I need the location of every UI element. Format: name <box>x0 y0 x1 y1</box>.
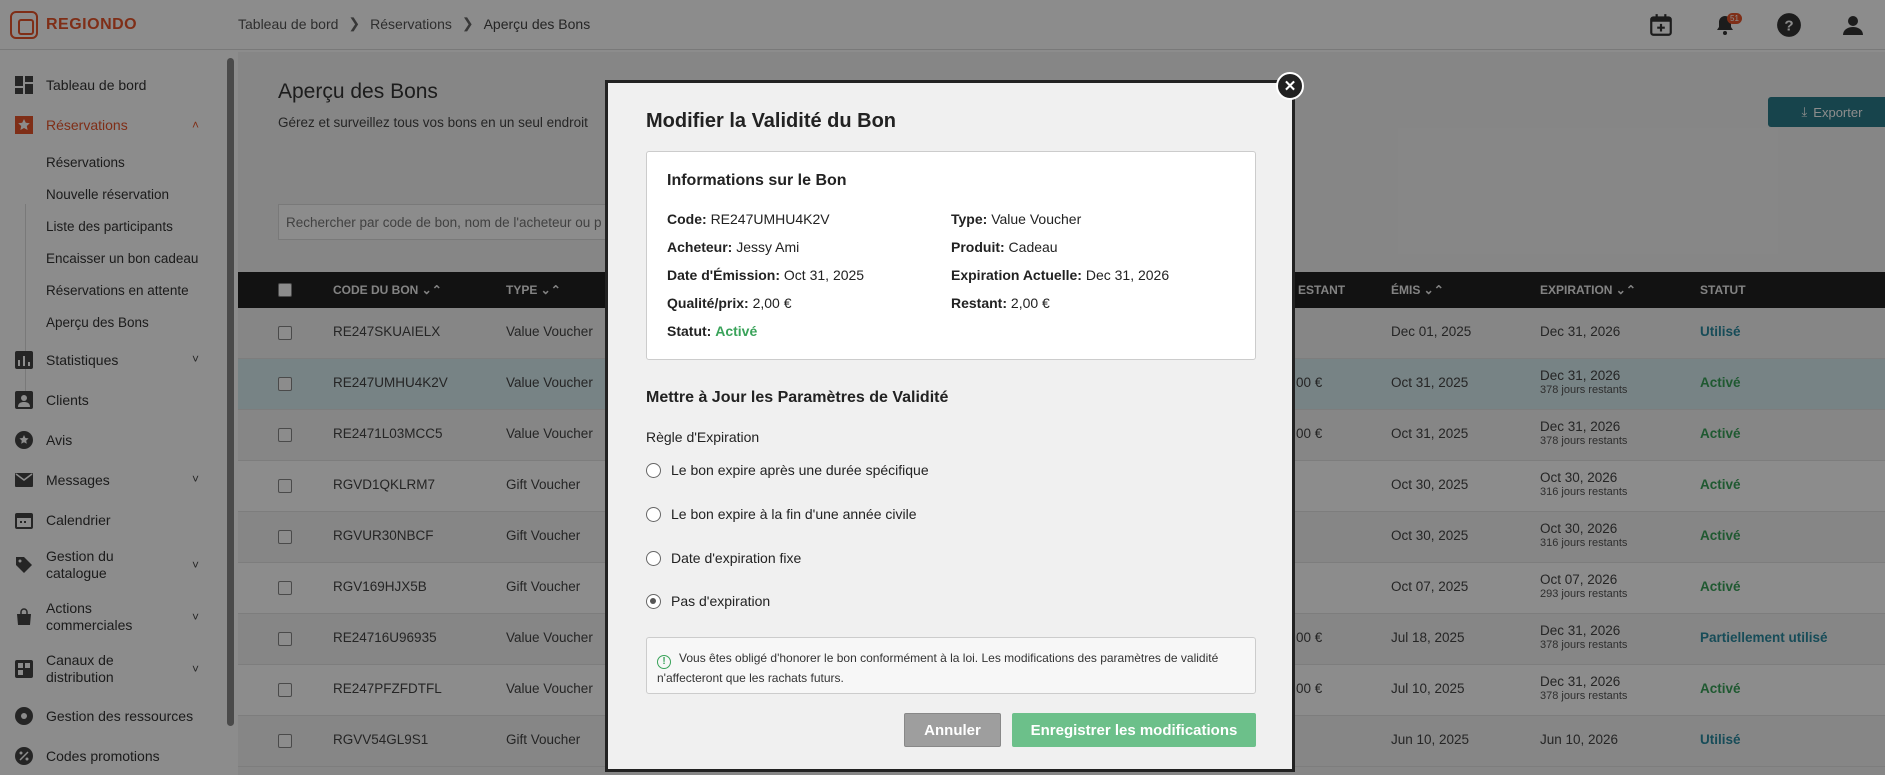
info-title: Informations sur le Bon <box>667 172 847 189</box>
radio-button-selected[interactable] <box>646 593 661 609</box>
info-product: Produit: Cadeau <box>951 239 1058 255</box>
info-issue-date: Date d'Émission: Oct 31, 2025 <box>667 267 865 283</box>
radio-button[interactable] <box>646 506 661 522</box>
info-icon: ! <box>657 655 671 669</box>
legal-notice: ! Vous êtes obligé d'honorer le bon confo… <box>646 637 1256 694</box>
info-code: Code: RE247UMHU4K2V <box>667 211 830 227</box>
expiration-rule-label: Règle d'Expiration <box>646 429 760 445</box>
info-type: Type: Value Voucher <box>951 211 1082 227</box>
radio-option-duration[interactable]: Le bon expire après une durée spécifique <box>646 462 929 478</box>
radio-label: Date d'expiration fixe <box>671 550 802 566</box>
validity-section-title: Mettre à Jour les Paramètres de Validité <box>646 389 949 406</box>
voucher-info-card: Informations sur le Bon Code: RE247UMHU4… <box>646 151 1256 360</box>
edit-validity-modal: Modifier la Validité du Bon Informations… <box>605 80 1295 772</box>
radio-option-calendar-year[interactable]: Le bon expire à la fin d'une année civil… <box>646 506 917 522</box>
modal-title: Modifier la Validité du Bon <box>646 110 897 132</box>
notice-text: Vous êtes obligé d'honorer le bon confor… <box>657 651 1219 685</box>
radio-button[interactable] <box>646 462 661 478</box>
radio-option-fixed-date[interactable]: Date d'expiration fixe <box>646 550 801 566</box>
cancel-button[interactable]: Annuler <box>904 713 1001 747</box>
save-button[interactable]: Enregistrer les modifications <box>1012 713 1256 747</box>
radio-label: Le bon expire à la fin d'une année civil… <box>671 506 917 522</box>
info-price: Qualité/prix: 2,00 € <box>667 295 792 311</box>
info-current-expiration: Expiration Actuelle: Dec 31, 2026 <box>951 267 1170 283</box>
radio-label: Pas d'expiration <box>671 593 771 609</box>
close-icon[interactable]: ✕ <box>1276 72 1304 100</box>
info-status: Statut: Activé <box>667 323 758 339</box>
info-remaining: Restant: 2,00 € <box>951 295 1050 311</box>
radio-label: Le bon expire après une durée spécifique <box>671 462 929 478</box>
info-buyer: Acheteur: Jessy Ami <box>667 239 800 255</box>
radio-option-no-expiration[interactable]: Pas d'expiration <box>646 593 770 609</box>
radio-button[interactable] <box>646 550 661 566</box>
